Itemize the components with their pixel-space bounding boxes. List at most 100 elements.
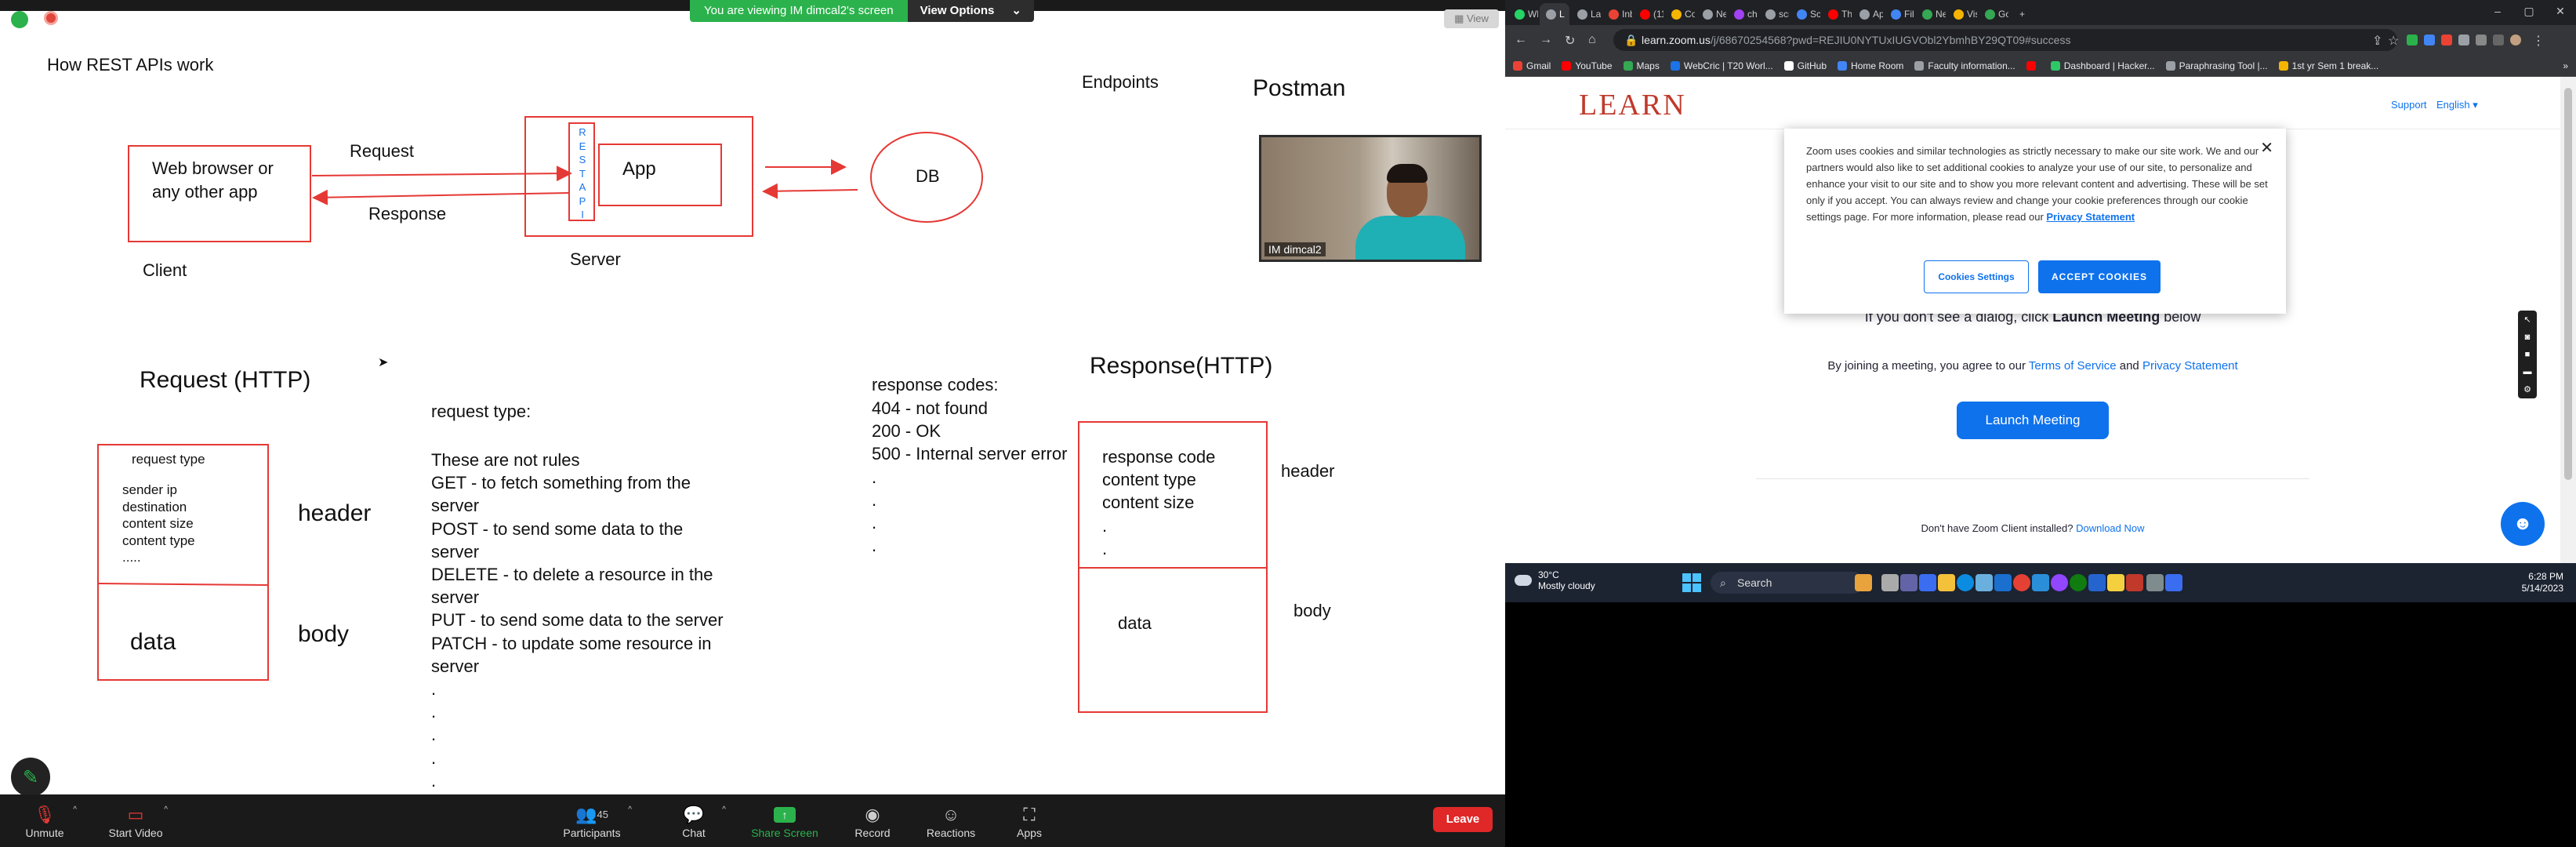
teams-icon[interactable]: [1900, 574, 1917, 591]
home-icon[interactable]: ⌂: [1588, 33, 1596, 47]
chrome-icon[interactable]: [2013, 574, 2030, 591]
support-link[interactable]: Support: [2391, 99, 2427, 111]
browser-tab[interactable]: Than: [1822, 3, 1852, 25]
privacy-link[interactable]: Privacy Statement: [2142, 359, 2238, 373]
download-link[interactable]: Download Now: [2076, 522, 2144, 534]
zoom-meeting-icon[interactable]: [2165, 574, 2182, 591]
camera-icon[interactable]: ◙: [2525, 333, 2531, 342]
extension-icon[interactable]: [2458, 35, 2469, 45]
more-bookmarks-icon[interactable]: »: [2563, 60, 2576, 71]
settings-app-icon[interactable]: [2146, 574, 2164, 591]
browser-tab[interactable]: Wha: [1508, 3, 1538, 25]
terms-link[interactable]: Terms of Service: [2029, 359, 2117, 373]
taskbar-clock[interactable]: 6:28 PM 5/14/2023: [2522, 571, 2563, 594]
browser-tab[interactable]: scre: [1759, 3, 1789, 25]
taskbar-search[interactable]: ⌕ Search: [1711, 572, 1864, 594]
screen-icon[interactable]: ▬: [2523, 367, 2532, 376]
bookmark-item[interactable]: YouTube: [1562, 60, 1613, 71]
back-icon[interactable]: ←: [1515, 33, 1527, 47]
view-options-button[interactable]: View Options ⌄: [907, 0, 1034, 22]
menu-icon[interactable]: ⋮: [2532, 33, 2545, 49]
side-panel-icon[interactable]: [2493, 35, 2504, 45]
record-button[interactable]: ◉ Record: [837, 794, 908, 847]
browser-tab[interactable]: Film: [1885, 3, 1914, 25]
cookie-privacy-link[interactable]: Privacy Statement: [2046, 211, 2135, 223]
forward-icon[interactable]: →: [1540, 33, 1552, 47]
sticky-notes-icon[interactable]: [2107, 574, 2124, 591]
unmute-button[interactable]: 🎙 Unmute ^: [9, 794, 80, 847]
store-icon[interactable]: [1976, 574, 1993, 591]
bookmark-item[interactable]: WebCric | T20 Worl...: [1670, 60, 1773, 71]
bookmark-item[interactable]: Faculty information...: [1914, 60, 2015, 71]
profile-avatar[interactable]: [2510, 35, 2521, 45]
browser-tab[interactable]: chro: [1728, 3, 1758, 25]
edge-icon[interactable]: [1957, 574, 1974, 591]
xbox-icon[interactable]: [2070, 574, 2087, 591]
chat-button[interactable]: 💬 Chat ^: [659, 794, 729, 847]
browser-tab[interactable]: L: [1540, 3, 1569, 25]
bookmark-item[interactable]: Home Room: [1838, 60, 1903, 71]
apps-button[interactable]: ⛶ Apps: [994, 794, 1065, 847]
shield-icon[interactable]: [11, 11, 28, 28]
browser-tab[interactable]: New: [1916, 3, 1946, 25]
windows-start-icon[interactable]: [1682, 573, 1701, 592]
vscode-icon[interactable]: [2032, 574, 2049, 591]
browser-tab[interactable]: Scre: [1791, 3, 1820, 25]
url-input[interactable]: 🔒 learn.zoom.us/j/68670254568?pwd=REJIU0N…: [1613, 29, 2397, 51]
app-icon[interactable]: [2051, 574, 2068, 591]
mail-icon[interactable]: [1994, 574, 2012, 591]
browser-tab[interactable]: Inbo: [1602, 3, 1632, 25]
close-icon[interactable]: ✕: [2260, 138, 2273, 158]
annotate-pen-icon[interactable]: ✎: [11, 758, 50, 794]
page-scrollbar[interactable]: [2560, 77, 2576, 563]
new-tab-icon[interactable]: +: [2013, 3, 2032, 25]
file-explorer-icon[interactable]: [1938, 574, 1955, 591]
leave-button[interactable]: Leave: [1433, 807, 1493, 832]
learn-logo[interactable]: LEARN: [1579, 88, 1686, 122]
reload-icon[interactable]: ↻: [1565, 33, 1575, 49]
accept-cookies-button[interactable]: ACCEPT COOKIES: [2038, 260, 2161, 293]
todo-icon[interactable]: [2088, 574, 2106, 591]
cookies-settings-button[interactable]: Cookies Settings: [1924, 260, 2029, 293]
browser-tab[interactable]: Cour: [1665, 3, 1695, 25]
participant-video-tile[interactable]: IM dimcal2: [1259, 135, 1482, 262]
launch-meeting-button[interactable]: Launch Meeting: [1957, 402, 2109, 439]
caret-up-icon[interactable]: ^: [73, 805, 77, 814]
start-video-button[interactable]: ▭ Start Video ^: [100, 794, 171, 847]
caret-up-icon[interactable]: ^: [722, 805, 726, 814]
settings-icon[interactable]: ⚙: [2523, 384, 2531, 394]
caret-up-icon[interactable]: ^: [164, 805, 168, 814]
bookmark-item[interactable]: GitHub: [1783, 60, 1827, 71]
app-icon[interactable]: [2126, 574, 2143, 591]
bookmark-star-icon[interactable]: ☆: [2388, 33, 2399, 49]
puzzle-icon[interactable]: [2476, 35, 2487, 45]
taskbar-widget-icon[interactable]: [1855, 574, 1872, 591]
weather-widget[interactable]: 30°C Mostly cloudy: [1515, 569, 1595, 591]
bookmark-item[interactable]: 1st yr Sem 1 break...: [2278, 60, 2378, 71]
support-chat-button[interactable]: ☻: [2501, 502, 2545, 546]
reactions-button[interactable]: ☺ Reactions: [916, 794, 986, 847]
bookmark-item[interactable]: Paraphrasing Tool |...: [2165, 60, 2268, 71]
share-screen-button[interactable]: ↑ Share Screen: [749, 794, 820, 847]
maximize-icon[interactable]: ▢: [2513, 0, 2545, 25]
browser-tab[interactable]: New: [1696, 3, 1726, 25]
extension-icon[interactable]: [2424, 35, 2435, 45]
bookmark-item[interactable]: Maps: [1623, 60, 1660, 71]
video-icon[interactable]: ■: [2525, 350, 2531, 359]
bookmark-item[interactable]: Dashboard | Hacker...: [2050, 60, 2155, 71]
minimize-icon[interactable]: –: [2482, 0, 2513, 25]
language-select[interactable]: English ▾: [2436, 99, 2478, 111]
browser-tab[interactable]: (110: [1634, 3, 1664, 25]
browser-tab[interactable]: Goo: [1979, 3, 2008, 25]
zoom-app-icon[interactable]: [1919, 574, 1936, 591]
browser-tab[interactable]: Apov: [1853, 3, 1883, 25]
scrollbar-thumb[interactable]: [2564, 88, 2572, 480]
view-button[interactable]: ▦ View: [1444, 9, 1499, 28]
browser-tab[interactable]: Laun: [1571, 3, 1601, 25]
extension-icon[interactable]: [2441, 35, 2452, 45]
extension-icon[interactable]: [2407, 35, 2418, 45]
close-window-icon[interactable]: ✕: [2545, 0, 2576, 25]
bookmark-item[interactable]: [2026, 60, 2040, 71]
share-icon[interactable]: ⇪: [2372, 33, 2382, 49]
bookmark-item[interactable]: Gmail: [1513, 60, 1551, 71]
